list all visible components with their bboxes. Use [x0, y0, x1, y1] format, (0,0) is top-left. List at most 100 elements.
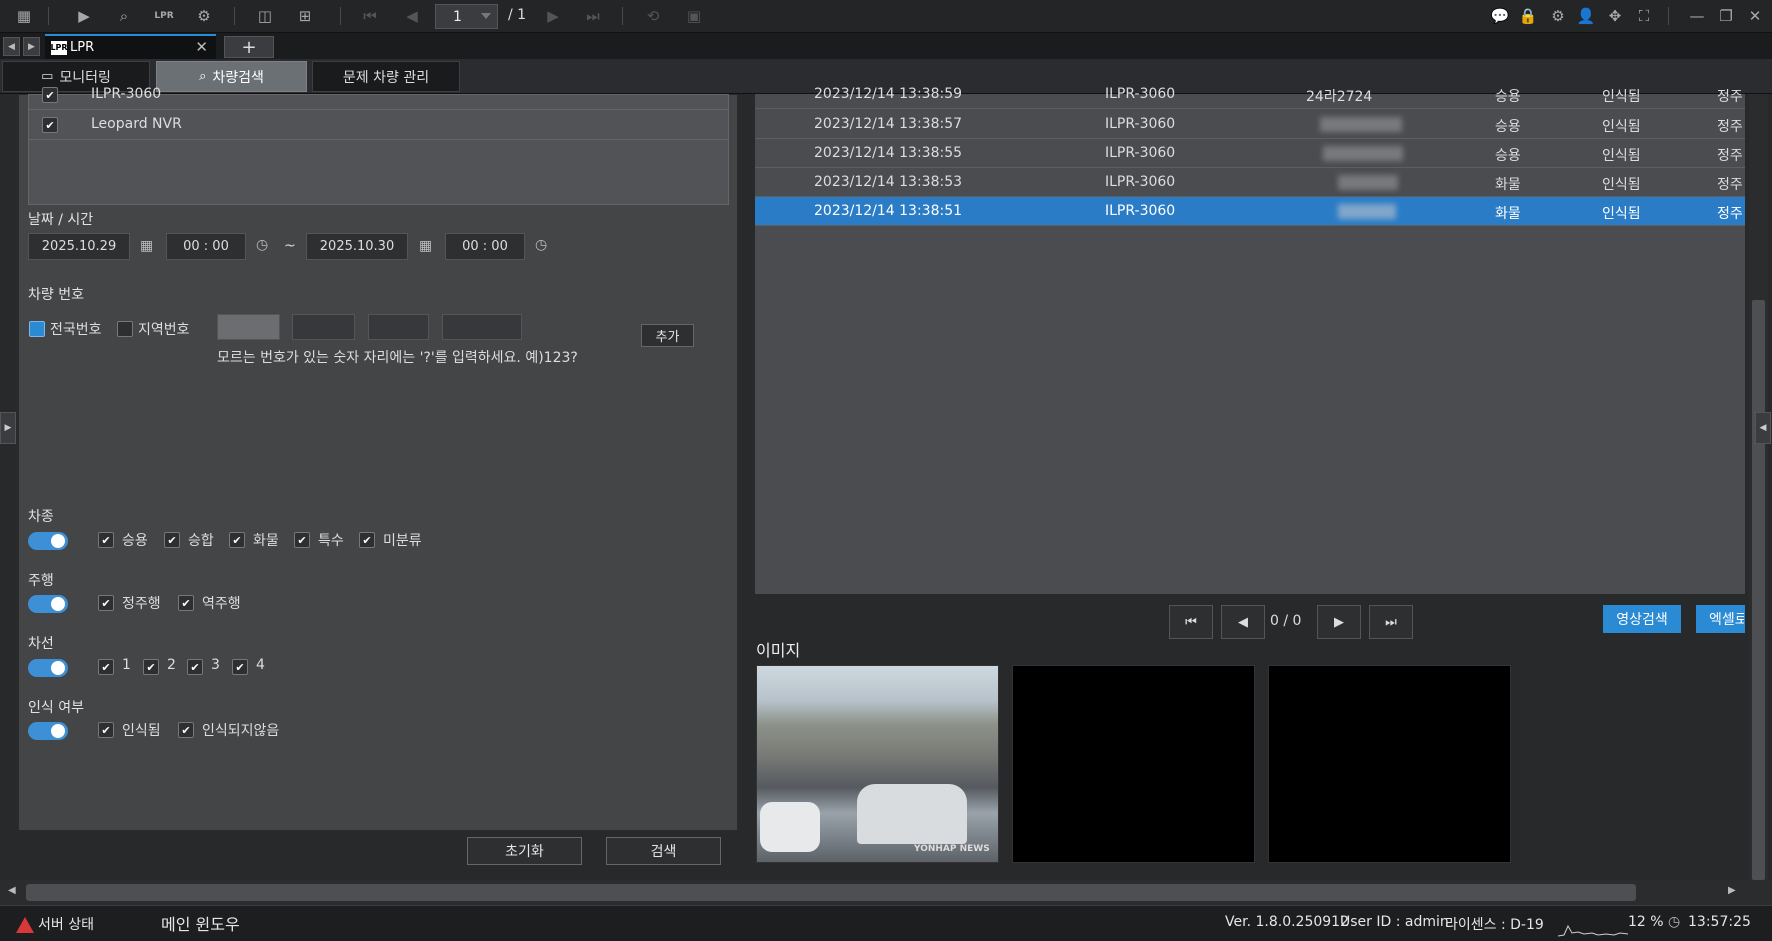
result-type: 승용 — [1495, 89, 1521, 105]
export-excel-button[interactable]: 엑셀로 — [1696, 605, 1745, 633]
playback-icon[interactable]: ▶ — [72, 5, 96, 27]
chat-icon[interactable]: 💬 — [1488, 5, 1512, 27]
end-date-field[interactable]: 2025.10.30 — [306, 233, 408, 260]
lpr-logo-icon: LPR — [50, 40, 68, 55]
end-time-field[interactable]: 00 : 00 — [445, 233, 525, 260]
user-icon[interactable]: 👤 — [1574, 5, 1598, 27]
lane-checkbox[interactable] — [187, 659, 203, 675]
plate-label: 차량 번호 — [28, 287, 84, 303]
restore-icon[interactable]: ❐ — [1714, 5, 1738, 27]
layout-split-icon[interactable]: ◫ — [253, 5, 277, 27]
capture-icon[interactable]: ▣ — [682, 5, 706, 27]
next-result-page-button[interactable]: ▶ — [1317, 605, 1361, 639]
direction-checkbox[interactable] — [98, 595, 114, 611]
scroll-left-icon[interactable]: ◀ — [8, 885, 16, 896]
direction-checkbox[interactable] — [178, 595, 194, 611]
plate-digits-input[interactable] — [292, 314, 355, 340]
results-scrollbar-thumb[interactable] — [1752, 300, 1765, 880]
clock-icon[interactable]: ◷ — [535, 237, 547, 253]
lane-checkbox[interactable] — [98, 659, 114, 675]
vehicle-type-option: 미분류 — [383, 533, 422, 549]
right-panel-toggle-icon[interactable]: ◀ — [1755, 412, 1771, 444]
tab-scroll-right-icon[interactable]: ▶ — [23, 37, 40, 56]
table-row[interactable]: 2023/12/14 13:38:57 ILPR-3060 승용 인식됨 정주 — [755, 110, 1745, 139]
calendar-icon[interactable]: ▦ — [140, 238, 153, 254]
national-plate-radio[interactable] — [29, 321, 45, 337]
camera-search-icon[interactable]: ⚙ — [192, 5, 216, 27]
clock-icon[interactable]: ◷ — [256, 237, 268, 253]
close-icon[interactable]: ✕ — [1743, 5, 1767, 27]
plate-char-input[interactable] — [368, 314, 429, 340]
list-item[interactable]: Leopard NVR — [29, 110, 728, 140]
next-page-icon[interactable]: ▶ — [541, 5, 565, 27]
recognition-checkbox[interactable] — [98, 722, 114, 738]
scroll-right-icon[interactable]: ▶ — [1728, 885, 1736, 896]
table-row[interactable]: 2023/12/14 13:38:53 ILPR-3060 화물 인식됨 정주 — [755, 168, 1745, 197]
prev-result-page-button[interactable]: ◀ — [1221, 605, 1265, 639]
horizontal-scrollbar-thumb[interactable] — [26, 884, 1636, 901]
device-checkbox[interactable] — [42, 87, 58, 103]
result-status: 인식됨 — [1602, 177, 1641, 193]
move-icon[interactable]: ✥ — [1603, 5, 1627, 27]
lane-checkbox[interactable] — [232, 659, 248, 675]
lock-icon[interactable]: 🔒 — [1516, 5, 1540, 27]
refresh-screen-icon[interactable]: ⟲ — [641, 5, 665, 27]
vehicle-photo[interactable]: YONHAP NEWS — [756, 665, 999, 863]
table-row[interactable]: 2023/12/14 13:38:59 ILPR-3060 24라2724 승용… — [755, 80, 1745, 109]
add-tab-button[interactable]: + — [224, 36, 274, 58]
lpr-icon[interactable]: LPR — [152, 5, 176, 27]
list-item[interactable]: ILPR-3060 — [29, 80, 728, 110]
image-slot-empty[interactable] — [1268, 665, 1511, 863]
tab-scroll-left-icon[interactable]: ◀ — [3, 37, 20, 56]
table-row[interactable]: 2023/12/14 13:38:55 ILPR-3060 승용 인식됨 정주 — [755, 139, 1745, 168]
last-page-icon[interactable]: ⏭ — [581, 5, 605, 27]
calendar-icon[interactable]: ▦ — [419, 238, 432, 254]
plate-number-input[interactable] — [442, 314, 522, 340]
vehicle-type-checkbox[interactable] — [164, 532, 180, 548]
reset-button[interactable]: 초기화 — [467, 837, 582, 865]
tab-lpr-label: LPR — [70, 40, 95, 55]
vehicle-type-checkbox[interactable] — [98, 532, 114, 548]
last-result-page-button[interactable]: ⏭ — [1369, 605, 1413, 639]
page-select[interactable]: 1 — [435, 4, 498, 29]
image-slot-empty[interactable] — [1012, 665, 1255, 863]
table-row-selected[interactable]: 2023/12/14 13:38:51 ILPR-3060 화물 인식됨 정주 — [755, 197, 1745, 226]
add-plate-button[interactable]: 추가 — [641, 324, 694, 347]
gear-icon[interactable]: ⚙ — [1546, 5, 1570, 27]
video-search-button[interactable]: 영상검색 — [1603, 605, 1681, 633]
vehicle-type-checkbox[interactable] — [229, 532, 245, 548]
minimize-icon[interactable]: — — [1685, 5, 1709, 27]
start-time-field[interactable]: 00 : 00 — [166, 233, 246, 260]
server-status[interactable]: 서버 상태 — [38, 914, 94, 934]
close-tab-icon[interactable]: ✕ — [195, 38, 208, 56]
vehicle-type-checkbox[interactable] — [359, 532, 375, 548]
result-direction: 정주 — [1717, 119, 1743, 135]
result-time: 2023/12/14 13:38:59 — [814, 86, 963, 102]
lane-checkbox[interactable] — [143, 659, 159, 675]
direction-option: 역주행 — [202, 596, 241, 612]
vehicle-type-checkbox[interactable] — [294, 532, 310, 548]
regional-plate-radio[interactable] — [117, 321, 133, 337]
grid-menu-icon[interactable]: ▦ — [12, 5, 36, 27]
start-date-field[interactable]: 2025.10.29 — [28, 233, 130, 260]
result-time: 2023/12/14 13:38:53 — [814, 174, 963, 190]
first-result-page-button[interactable]: ⏮ — [1169, 605, 1213, 639]
prev-page-icon[interactable]: ◀ — [400, 5, 424, 27]
search-video-icon[interactable]: ⌕ — [112, 5, 136, 27]
national-plate-label: 전국번호 — [50, 322, 102, 338]
blurred-plate — [1338, 175, 1398, 190]
first-page-icon[interactable]: ⏮ — [358, 5, 382, 27]
vehicle-type-toggle[interactable] — [28, 532, 68, 550]
tab-lpr[interactable]: LPR LPR ✕ — [45, 34, 216, 59]
lane-option: 1 — [122, 657, 131, 673]
direction-toggle[interactable] — [28, 595, 68, 613]
left-panel-toggle-icon[interactable]: ▶ — [0, 412, 16, 444]
lane-toggle[interactable] — [28, 659, 68, 677]
device-checkbox[interactable] — [42, 117, 58, 133]
fullscreen-icon[interactable]: ⛶ — [1632, 5, 1656, 27]
plate-region-input[interactable] — [217, 314, 280, 340]
recognition-toggle[interactable] — [28, 722, 68, 740]
search-button[interactable]: 검색 — [606, 837, 721, 865]
recognition-checkbox[interactable] — [178, 722, 194, 738]
add-screen-icon[interactable]: ⊞ — [293, 5, 317, 27]
